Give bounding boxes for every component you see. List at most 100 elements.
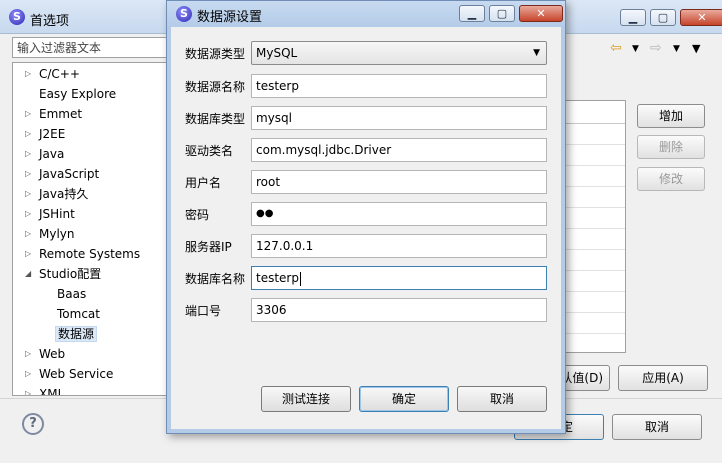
chevron-down-icon: ▼ xyxy=(533,48,540,58)
tree-item-label: Easy Explore xyxy=(39,87,117,101)
tree-item-label: Emmet xyxy=(39,107,83,121)
tree-item-label: Java xyxy=(39,147,65,161)
port-label: 端口号 xyxy=(185,304,222,318)
datasource-type-label: 数据源类型 xyxy=(185,47,246,61)
tree-item-label: 数据源 xyxy=(55,326,98,342)
tree-expand-icon[interactable]: ▷ xyxy=(25,165,35,183)
datasource-dialog: S 数据源设置 ▁ ▢ ✕ 数据源类型 MySQL ▼ 数据源名称 tester… xyxy=(166,0,566,434)
tree-expand-icon[interactable]: ▷ xyxy=(25,145,35,163)
datasource-list[interactable] xyxy=(560,100,626,353)
minimize-icon: ▁ xyxy=(628,11,638,24)
help-icon[interactable]: ? xyxy=(22,413,44,435)
forward-arrow-icon[interactable]: ⇨ xyxy=(650,40,662,56)
app-icon: S xyxy=(9,9,25,25)
tree-item-label: Mylyn xyxy=(39,227,75,241)
tree-item-label: Baas xyxy=(57,287,87,301)
tree-item-selected[interactable]: 数据源 xyxy=(43,325,98,343)
text-cursor xyxy=(299,271,301,286)
apply-button[interactable]: 应用(A) xyxy=(618,365,708,391)
tree-item[interactable]: ▷ Emmet xyxy=(25,105,82,123)
database-name-value: testerp xyxy=(256,271,299,285)
maximize-button[interactable]: ▢ xyxy=(650,9,676,26)
datasource-name-label: 数据源名称 xyxy=(185,80,246,94)
tree-item-label: Web Service xyxy=(39,367,114,381)
tree-item[interactable]: ◢ Studio配置 xyxy=(25,265,101,283)
tree-expand-icon[interactable]: ▷ xyxy=(25,225,35,243)
tree-item-label: XML xyxy=(39,387,65,396)
preferences-window-controls: ▁ ▢ ✕ xyxy=(620,9,722,26)
server-ip-label: 服务器IP xyxy=(185,240,232,254)
database-name-label: 数据库名称 xyxy=(185,272,246,286)
preferences-title: 首选项 xyxy=(30,14,70,29)
datasource-type-value: MySQL xyxy=(256,46,298,60)
minimize-button[interactable]: ▁ xyxy=(620,9,646,26)
dialog-minimize-button[interactable]: ▁ xyxy=(459,5,485,22)
server-ip-field[interactable]: 127.0.0.1 xyxy=(251,234,547,258)
close-icon: ✕ xyxy=(536,7,546,20)
back-dropdown-icon[interactable]: ▼ xyxy=(632,44,639,54)
minimize-icon: ▁ xyxy=(467,7,477,20)
datasource-type-select[interactable]: MySQL ▼ xyxy=(251,41,547,65)
database-name-field[interactable]: testerp xyxy=(251,266,547,290)
port-field[interactable]: 3306 xyxy=(251,298,547,322)
tree-expand-icon[interactable]: ▷ xyxy=(25,385,35,395)
cancel-button[interactable]: 取消 xyxy=(612,414,702,440)
dialog-cancel-button[interactable]: 取消 xyxy=(457,386,547,412)
dialog-ok-button[interactable]: 确定 xyxy=(359,386,449,412)
driver-class-label: 驱动类名 xyxy=(185,144,234,158)
dialog-maximize-button[interactable]: ▢ xyxy=(489,5,515,22)
tree-expand-icon[interactable]: ▷ xyxy=(25,245,35,263)
tree-item[interactable]: ▷ Web xyxy=(25,345,65,363)
dialog-titlebar[interactable]: S 数据源设置 ▁ ▢ ✕ xyxy=(167,1,565,27)
tree-expand-icon[interactable]: ▷ xyxy=(25,205,35,223)
tree-item[interactable]: ▷ Web Service xyxy=(25,365,113,383)
tree-item-label: Remote Systems xyxy=(39,247,141,261)
dialog-window-controls: ▁ ▢ ✕ xyxy=(459,5,563,22)
datasource-name-field[interactable]: testerp xyxy=(251,74,547,98)
forward-dropdown-icon[interactable]: ▼ xyxy=(673,44,680,54)
back-arrow-icon[interactable]: ⇦ xyxy=(610,40,622,56)
database-type-field[interactable]: mysql xyxy=(251,106,547,130)
maximize-icon: ▢ xyxy=(496,7,508,20)
tree-expand-icon[interactable]: ▷ xyxy=(25,105,35,123)
tree-item[interactable]: ▷ Java持久 xyxy=(25,185,88,203)
filter-input[interactable] xyxy=(12,37,168,58)
tree-item[interactable]: ▷ Mylyn xyxy=(25,225,75,243)
tree-expand-icon[interactable]: ▷ xyxy=(25,365,35,383)
preferences-tree[interactable]: ▷ C/C++ Easy Explore ▷ Emmet ▷ J2EE ▷ Java ▷… xyxy=(12,62,168,396)
edit-button[interactable]: 修改 xyxy=(637,167,705,191)
add-button[interactable]: 增加 xyxy=(637,104,705,128)
tree-item[interactable]: Baas xyxy=(43,285,86,303)
tree-expand-icon[interactable]: ▷ xyxy=(25,345,35,363)
view-menu-icon[interactable]: ▼ xyxy=(692,42,700,55)
tree-item-label: Java持久 xyxy=(39,187,89,201)
password-label: 密码 xyxy=(185,208,210,222)
tree-item-label: Tomcat xyxy=(57,307,100,321)
delete-button[interactable]: 删除 xyxy=(637,135,705,159)
tree-item[interactable]: Tomcat xyxy=(43,305,100,323)
username-label: 用户名 xyxy=(185,176,222,190)
tree-item[interactable]: ▷ JSHint xyxy=(25,205,75,223)
tree-collapse-icon[interactable]: ◢ xyxy=(25,265,35,283)
username-field[interactable]: root xyxy=(251,170,547,194)
maximize-icon: ▢ xyxy=(657,11,669,24)
tree-expand-icon[interactable]: ▷ xyxy=(25,65,35,83)
tree-expand-icon[interactable]: ▷ xyxy=(25,125,35,143)
tree-item-label: J2EE xyxy=(39,127,66,141)
tree-item[interactable]: ▷ XML xyxy=(25,385,65,396)
tree-item-label: Web xyxy=(39,347,66,361)
tree-item[interactable]: ▷ Remote Systems xyxy=(25,245,140,263)
tree-item[interactable]: ▷ JavaScript xyxy=(25,165,99,183)
driver-class-field[interactable]: com.mysql.jdbc.Driver xyxy=(251,138,547,162)
tree-item[interactable]: ▷ Java xyxy=(25,145,64,163)
tree-item-label: JavaScript xyxy=(39,167,100,181)
tree-item-label: C/C++ xyxy=(39,67,80,81)
close-button[interactable]: ✕ xyxy=(680,9,722,26)
dialog-close-button[interactable]: ✕ xyxy=(519,5,563,22)
tree-item[interactable]: Easy Explore xyxy=(25,85,116,103)
tree-item[interactable]: ▷ C/C++ xyxy=(25,65,80,83)
password-field[interactable]: ●● xyxy=(251,202,547,226)
tree-item[interactable]: ▷ J2EE xyxy=(25,125,65,143)
test-connection-button[interactable]: 测试连接 xyxy=(261,386,351,412)
tree-expand-icon[interactable]: ▷ xyxy=(25,185,35,203)
